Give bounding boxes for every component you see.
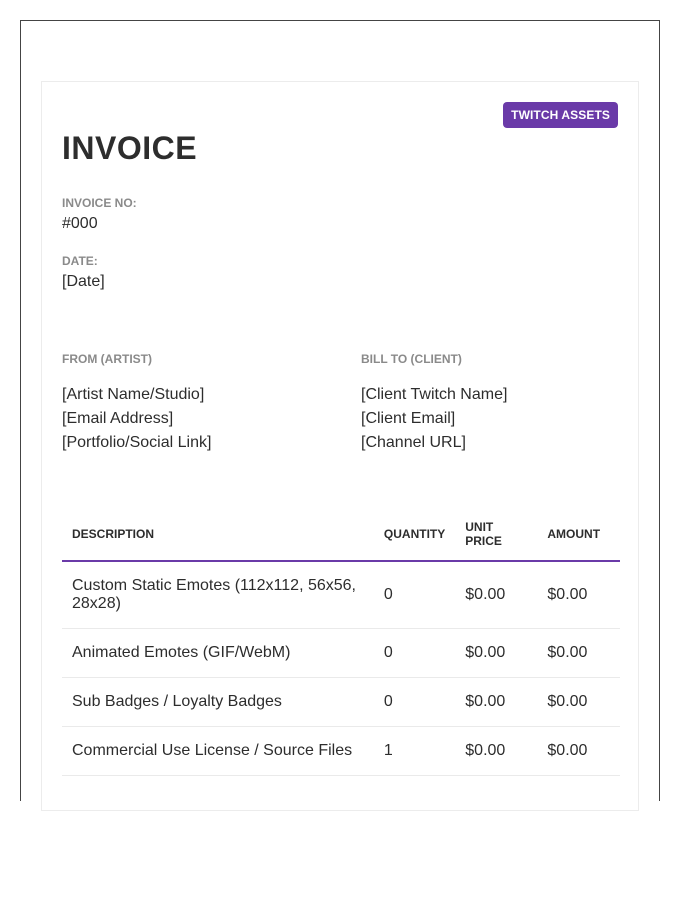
cell-quantity: 0: [373, 628, 456, 678]
bill-to-details: [Client Twitch Name] [Client Email] [Cha…: [361, 383, 507, 455]
invoice-no-value: #000: [62, 215, 98, 232]
cell-unit-price: $0.00: [455, 561, 538, 629]
cell-description: Sub Badges / Loyalty Badges: [62, 677, 374, 727]
cell-description: Commercial Use License / Source Files: [62, 726, 374, 776]
header-description: DESCRIPTION: [62, 508, 374, 562]
cell-quantity: 0: [373, 677, 456, 727]
cell-quantity: 1: [373, 726, 456, 776]
bill-to-line: [Channel URL]: [361, 434, 466, 451]
header-unit-price-line2: PRICE: [465, 534, 502, 548]
bill-to-line: [Client Email]: [361, 410, 456, 427]
invoice-title: INVOICE: [62, 130, 198, 166]
from-label: FROM (ARTIST): [62, 352, 152, 366]
date-value: [Date]: [62, 273, 105, 290]
table-row: Sub Badges / Loyalty Badges 0 $0.00 $0.0…: [62, 677, 620, 727]
table-header-row: DESCRIPTION QUANTITY UNIT PRICE AMOUNT: [62, 508, 620, 562]
invoice-no-label: INVOICE NO:: [62, 196, 137, 210]
table-row: Animated Emotes (GIF/WebM) 0 $0.00 $0.00: [62, 628, 620, 678]
cell-amount: $0.00: [537, 628, 620, 678]
cell-description: Animated Emotes (GIF/WebM): [62, 628, 374, 678]
from-line: [Artist Name/Studio]: [62, 386, 205, 403]
from-line: [Portfolio/Social Link]: [62, 434, 212, 451]
date-label: DATE:: [62, 254, 98, 268]
cell-quantity: 0: [373, 561, 456, 629]
bill-to-line: [Client Twitch Name]: [361, 386, 508, 403]
table-row: Commercial Use License / Source Files 1 …: [62, 726, 620, 776]
cell-amount: $0.00: [537, 726, 620, 776]
cell-description: Custom Static Emotes (112x112, 56x56, 28…: [62, 561, 374, 629]
header-quantity: QUANTITY: [373, 508, 456, 562]
cell-unit-price: $0.00: [455, 628, 538, 678]
invoice-card: TWITCH ASSETS INVOICE INVOICE NO: #000 D…: [41, 81, 639, 811]
bill-to-label: BILL TO (CLIENT): [361, 352, 462, 366]
cell-unit-price: $0.00: [455, 677, 538, 727]
table-row: Custom Static Emotes (112x112, 56x56, 28…: [62, 561, 620, 629]
cell-amount: $0.00: [537, 677, 620, 727]
header-amount: AMOUNT: [537, 508, 620, 562]
cell-amount: $0.00: [537, 561, 620, 629]
header-unit-price: UNIT PRICE: [455, 508, 538, 562]
from-details: [Artist Name/Studio] [Email Address] [Po…: [62, 383, 211, 455]
from-line: [Email Address]: [62, 410, 174, 427]
header-unit-price-line1: UNIT: [465, 520, 494, 534]
page-frame: TWITCH ASSETS INVOICE INVOICE NO: #000 D…: [20, 20, 660, 811]
cell-unit-price: $0.00: [455, 726, 538, 776]
twitch-assets-badge: TWITCH ASSETS: [503, 102, 618, 128]
line-items-table: DESCRIPTION QUANTITY UNIT PRICE AMOUNT C…: [62, 508, 620, 776]
